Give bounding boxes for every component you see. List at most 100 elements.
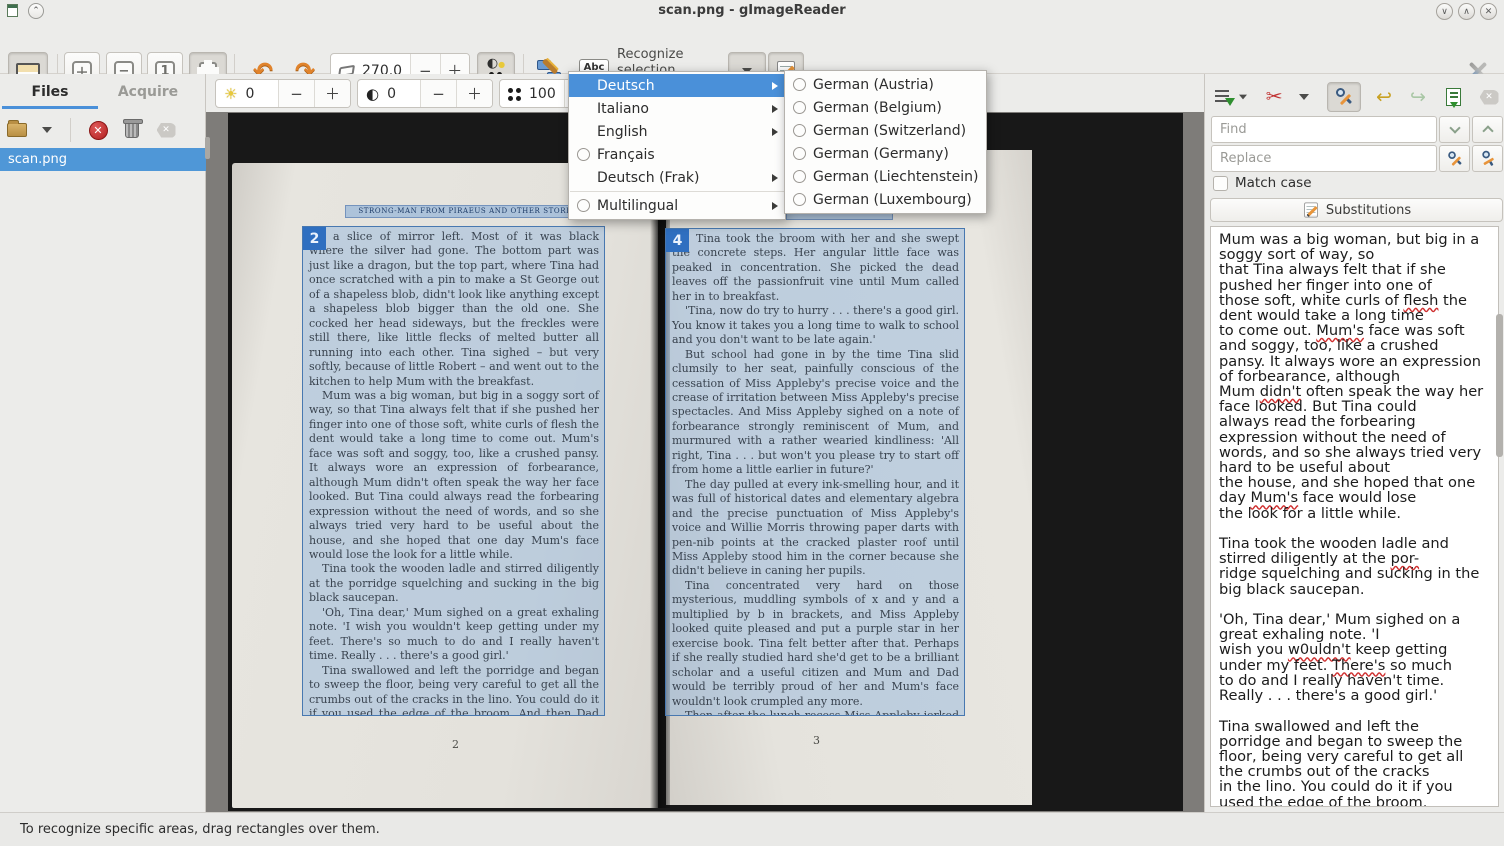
ocr-region-2[interactable]: 2 a slice of mirror left. Most of it was… xyxy=(302,226,605,716)
ocr-output-text[interactable]: Mum was a big woman, but big in a soggy … xyxy=(1210,226,1499,807)
menu-item-german-belgium[interactable]: German (Belgium) xyxy=(785,96,986,119)
find-previous-button[interactable] xyxy=(1472,116,1503,143)
add-images-dropdown-button[interactable] xyxy=(34,127,60,133)
output-panel: ✂ ↩ ↪ ✕ Match case Substitutions Mum was… xyxy=(1204,74,1504,812)
menu-item-german-liechtenstein[interactable]: German (Liechtenstein) xyxy=(785,165,986,188)
menu-item-german-luxembourg[interactable]: German (Luxembourg) xyxy=(785,188,986,211)
replace-all-icon xyxy=(1477,148,1498,169)
find-replace-icon xyxy=(1334,87,1354,107)
replace-button[interactable] xyxy=(1439,145,1470,172)
submenu-arrow-icon xyxy=(772,128,778,136)
right-page-number: 3 xyxy=(813,734,820,747)
brightness-value[interactable]: 0 xyxy=(245,86,254,102)
left-page-text: a slice of mirror left. Most of it was b… xyxy=(303,227,604,716)
chevron-down-icon xyxy=(42,127,52,133)
find-replace-toggle-button[interactable] xyxy=(1327,82,1361,112)
insert-mode-icon xyxy=(1215,88,1235,106)
strip-crlf-button[interactable]: ✂ xyxy=(1261,82,1287,112)
ocr-region-4[interactable]: 4 Tina took the broom with her and she s… xyxy=(665,228,965,716)
contrast-increase-button[interactable]: ＋ xyxy=(456,80,492,107)
file-list-item-selected[interactable]: scan.png xyxy=(0,148,206,171)
trash-icon xyxy=(125,122,139,138)
match-case-label: Match case xyxy=(1235,175,1312,191)
replace-input[interactable] xyxy=(1211,145,1437,172)
active-tab-indicator xyxy=(2,106,98,109)
resolution-icon xyxy=(508,88,521,101)
chevron-down-icon xyxy=(1449,122,1460,133)
window-menu-button[interactable]: ⌃ xyxy=(28,3,44,19)
find-input[interactable] xyxy=(1211,116,1437,143)
brightness-increase-button[interactable]: ＋ xyxy=(314,80,350,107)
match-case-checkbox[interactable] xyxy=(1213,176,1228,191)
save-output-button[interactable] xyxy=(1437,82,1469,112)
submenu-arrow-icon xyxy=(772,174,778,182)
contrast-value[interactable]: 0 xyxy=(387,86,396,102)
status-bar: To recognize specific areas, drag rectan… xyxy=(0,812,1504,846)
undo-icon: ↩ xyxy=(1376,88,1392,106)
chevron-down-icon xyxy=(1299,94,1309,100)
left-page-header-region[interactable]: STRONG-MAN FROM PIRAEUS AND OTHER STORIE… xyxy=(345,205,594,218)
save-text-icon xyxy=(1446,88,1461,106)
menu-separator xyxy=(570,191,784,192)
contrast-decrease-button[interactable]: − xyxy=(420,80,456,107)
radio-icon xyxy=(793,78,806,91)
radio-icon xyxy=(793,147,806,160)
insert-mode-button[interactable] xyxy=(1213,82,1249,112)
language-menu: Deutsch Italiano English Français Deutsc… xyxy=(568,71,786,220)
strip-crlf-dropdown-button[interactable] xyxy=(1291,82,1317,112)
strip-icon: ✂ xyxy=(1265,87,1282,107)
region-badge: 2 xyxy=(303,227,326,250)
substitutions-icon xyxy=(1304,203,1318,218)
menu-item-italiano[interactable]: Italiano xyxy=(569,97,785,120)
brightness-decrease-button[interactable]: − xyxy=(278,80,314,107)
replace-all-button[interactable] xyxy=(1472,145,1503,172)
contrast-spinbox[interactable]: ◐ 0 − ＋ xyxy=(357,79,493,108)
main-toolbar: ＋ − 1 ↶ ↷ 270.0 − ＋ ◐● Abc Recognize sel… xyxy=(0,22,1504,74)
tab-files[interactable]: Files xyxy=(2,78,98,106)
app-icon xyxy=(7,4,18,17)
chevron-down-icon xyxy=(1239,95,1247,100)
radio-icon xyxy=(793,193,806,206)
replace-icon xyxy=(1446,150,1463,167)
submenu-arrow-icon xyxy=(772,202,778,210)
radio-icon xyxy=(793,101,806,114)
add-images-button[interactable] xyxy=(0,123,34,137)
find-next-button[interactable] xyxy=(1439,116,1470,143)
contrast-icon: ◐ xyxy=(366,85,379,103)
remove-icon: ✕ xyxy=(89,121,108,140)
submenu-arrow-icon xyxy=(772,105,778,113)
redo-button[interactable]: ↪ xyxy=(1403,82,1433,112)
left-pane-resize-handle[interactable] xyxy=(205,137,210,159)
clear-list-button[interactable]: ✕ xyxy=(149,123,183,138)
status-message: To recognize specific areas, drag rectan… xyxy=(20,822,380,837)
substitutions-button[interactable]: Substitutions xyxy=(1210,198,1503,222)
menu-item-english[interactable]: English xyxy=(569,120,785,143)
undo-button[interactable]: ↩ xyxy=(1369,82,1399,112)
menu-item-multilingual[interactable]: Multilingual xyxy=(569,194,785,217)
menu-item-deutsch-frak[interactable]: Deutsch (Frak) xyxy=(569,166,785,189)
region-badge: 4 xyxy=(666,229,689,252)
files-toolbar: ✕ ✕ xyxy=(0,112,206,148)
brightness-spinbox[interactable]: ☀0 − ＋ xyxy=(215,79,351,108)
menu-item-german-switzerland[interactable]: German (Switzerland) xyxy=(785,119,986,142)
minimize-button[interactable]: ∨ xyxy=(1436,3,1453,20)
maximize-button[interactable]: ∧ xyxy=(1458,3,1475,20)
delete-image-button[interactable] xyxy=(115,122,149,138)
titlebar: ⌃ scan.png - gImageReader ∨ ∧ ✕ xyxy=(0,0,1504,22)
menu-item-german-austria[interactable]: German (Austria) xyxy=(785,73,986,96)
output-scrollbar-thumb[interactable] xyxy=(1496,314,1503,457)
menu-item-deutsch[interactable]: Deutsch xyxy=(569,74,785,97)
menu-item-german-germany[interactable]: German (Germany) xyxy=(785,142,986,165)
chevron-up-icon xyxy=(1482,125,1493,136)
files-panel: Files Acquire ✕ ✕ scan.png xyxy=(0,74,206,812)
menu-item-francais[interactable]: Français xyxy=(569,143,785,166)
clear-output-button[interactable]: ✕ xyxy=(1475,82,1503,112)
close-button[interactable]: ✕ xyxy=(1480,3,1497,20)
resolution-value[interactable]: 100 xyxy=(529,86,556,102)
radio-icon xyxy=(793,170,806,183)
remove-image-button[interactable]: ✕ xyxy=(81,121,115,140)
tab-acquire[interactable]: Acquire xyxy=(100,78,196,106)
redo-icon: ↪ xyxy=(1410,88,1426,106)
clear-icon: ✕ xyxy=(1480,90,1499,105)
radio-icon xyxy=(577,199,590,212)
